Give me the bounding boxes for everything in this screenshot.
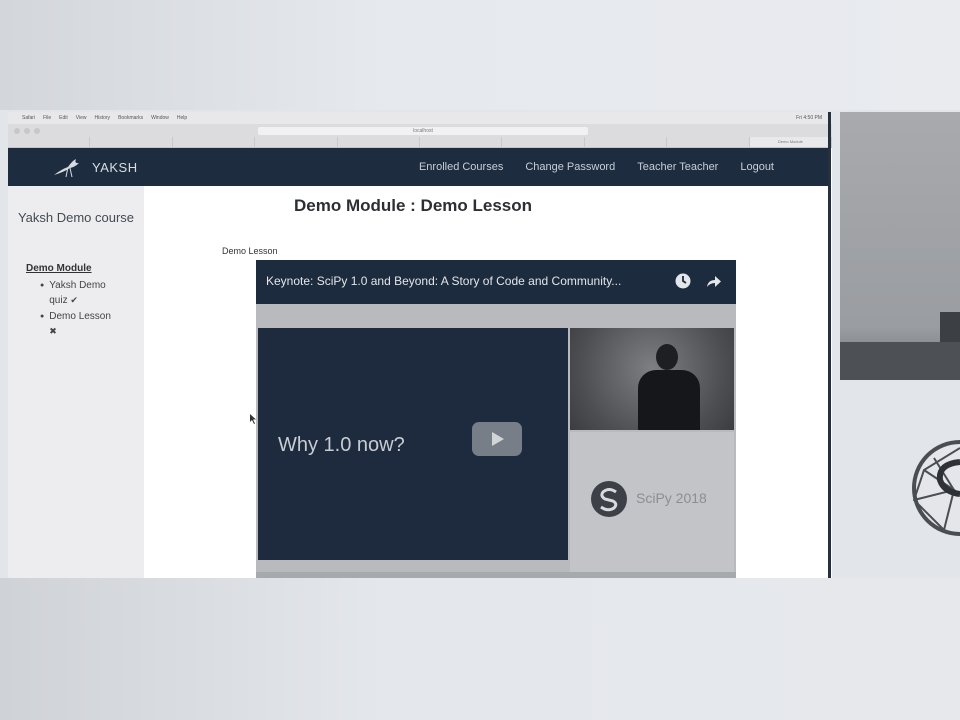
- window-controls: [14, 128, 40, 134]
- browser-tab[interactable]: [420, 137, 503, 147]
- browser-tab[interactable]: [90, 137, 173, 147]
- menu-item-view[interactable]: View: [76, 115, 87, 121]
- conference-panel: SciPy 2018: [570, 432, 734, 572]
- scipy-logo-partial-icon: [912, 440, 960, 536]
- browser-tab[interactable]: [338, 137, 421, 147]
- speaker-body: [638, 370, 700, 430]
- background-photo-panel: [840, 112, 960, 380]
- video-progress-bar[interactable]: [256, 572, 736, 578]
- nav-enrolled-courses[interactable]: Enrolled Courses: [419, 161, 503, 173]
- browser-tab[interactable]: [255, 137, 338, 147]
- menu-item-window[interactable]: Window: [151, 115, 169, 121]
- room-backdrop-bottom: [0, 578, 960, 720]
- minimize-window-button[interactable]: [24, 128, 30, 134]
- menu-item-help[interactable]: Help: [177, 115, 187, 121]
- menu-item-file[interactable]: File: [43, 115, 51, 121]
- cross-mark-icon: ✖: [49, 326, 57, 336]
- nav-logout[interactable]: Logout: [740, 161, 774, 173]
- mouse-pointer-icon: [250, 414, 256, 424]
- module-link[interactable]: Demo Module: [22, 263, 92, 274]
- lesson-caption: Demo Lesson: [222, 246, 278, 256]
- mac-menubar: Safari File Edit View History Bookmarks …: [8, 112, 832, 124]
- scipy-logo-icon: [591, 481, 627, 517]
- crane-logo-icon: [54, 159, 79, 178]
- close-window-button[interactable]: [14, 128, 20, 134]
- browser-tab[interactable]: [173, 137, 256, 147]
- slide-text: Why 1.0 now?: [278, 434, 405, 456]
- address-bar[interactable]: localhost: [258, 127, 588, 135]
- list-item[interactable]: ● Demo Lesson ✖: [40, 310, 113, 339]
- laptop-screen: Safari File Edit View History Bookmarks …: [8, 112, 832, 578]
- browser-tab[interactable]: [502, 137, 585, 147]
- course-title: Yaksh Demo course: [17, 210, 135, 225]
- menu-item-bookmarks[interactable]: Bookmarks: [118, 115, 143, 121]
- page-title: Demo Module : Demo Lesson: [294, 196, 533, 215]
- video-player[interactable]: Keynote: SciPy 1.0 and Beyond: A Story o…: [256, 260, 736, 578]
- presentation-slide: Why 1.0 now?: [258, 328, 568, 560]
- menubar-clock: Fri 4:50 PM: [796, 115, 822, 121]
- browser-tab[interactable]: [585, 137, 668, 147]
- course-sidebar: Yaksh Demo course Demo Module ● Yaksh De…: [8, 186, 144, 578]
- speaker-head: [656, 344, 678, 370]
- lesson-list: ● Yaksh Demo quiz ✔ ● Demo Lesson ✖: [40, 279, 113, 341]
- brand-name: YAKSH: [92, 159, 138, 175]
- nav-links: Enrolled Courses Change Password Teacher…: [419, 148, 774, 186]
- video-title-bar: Keynote: SciPy 1.0 and Beyond: A Story o…: [256, 260, 736, 304]
- browser-tab[interactable]: [8, 137, 91, 147]
- browser-tab-active[interactable]: Demo Module: [749, 137, 832, 147]
- scipy-label: SciPy 2018: [636, 490, 707, 506]
- menu-item-safari[interactable]: Safari: [22, 115, 35, 121]
- menu-item-edit[interactable]: Edit: [59, 115, 68, 121]
- list-item[interactable]: ● Yaksh Demo quiz ✔: [40, 279, 113, 308]
- share-icon[interactable]: [704, 272, 722, 290]
- play-button[interactable]: [472, 422, 522, 456]
- zoom-window-button[interactable]: [34, 128, 40, 134]
- bullet-icon: ●: [40, 282, 45, 289]
- browser-tab[interactable]: [667, 137, 750, 147]
- module-label[interactable]: Demo Module: [26, 263, 92, 274]
- brand-link[interactable]: YAKSH: [52, 154, 138, 180]
- bullet-icon: ●: [40, 313, 45, 320]
- speaker-video-feed: [570, 328, 734, 430]
- lesson-link[interactable]: Demo Lesson: [49, 311, 111, 322]
- photo-floor: [840, 342, 960, 380]
- menu-item-history[interactable]: History: [95, 115, 111, 121]
- laptop-bezel-edge: [828, 112, 831, 578]
- room-backdrop-top: [0, 0, 960, 110]
- check-mark-icon: ✔: [70, 295, 78, 305]
- browser-chrome: localhost Demo Module: [8, 124, 832, 148]
- nav-user-name[interactable]: Teacher Teacher: [637, 161, 718, 173]
- clock-icon[interactable]: [674, 272, 692, 290]
- nav-change-password[interactable]: Change Password: [525, 161, 615, 173]
- tab-strip: Demo Module: [8, 137, 832, 147]
- site-navbar: YAKSH Enrolled Courses Change Password T…: [8, 148, 830, 186]
- video-title[interactable]: Keynote: SciPy 1.0 and Beyond: A Story o…: [266, 274, 666, 288]
